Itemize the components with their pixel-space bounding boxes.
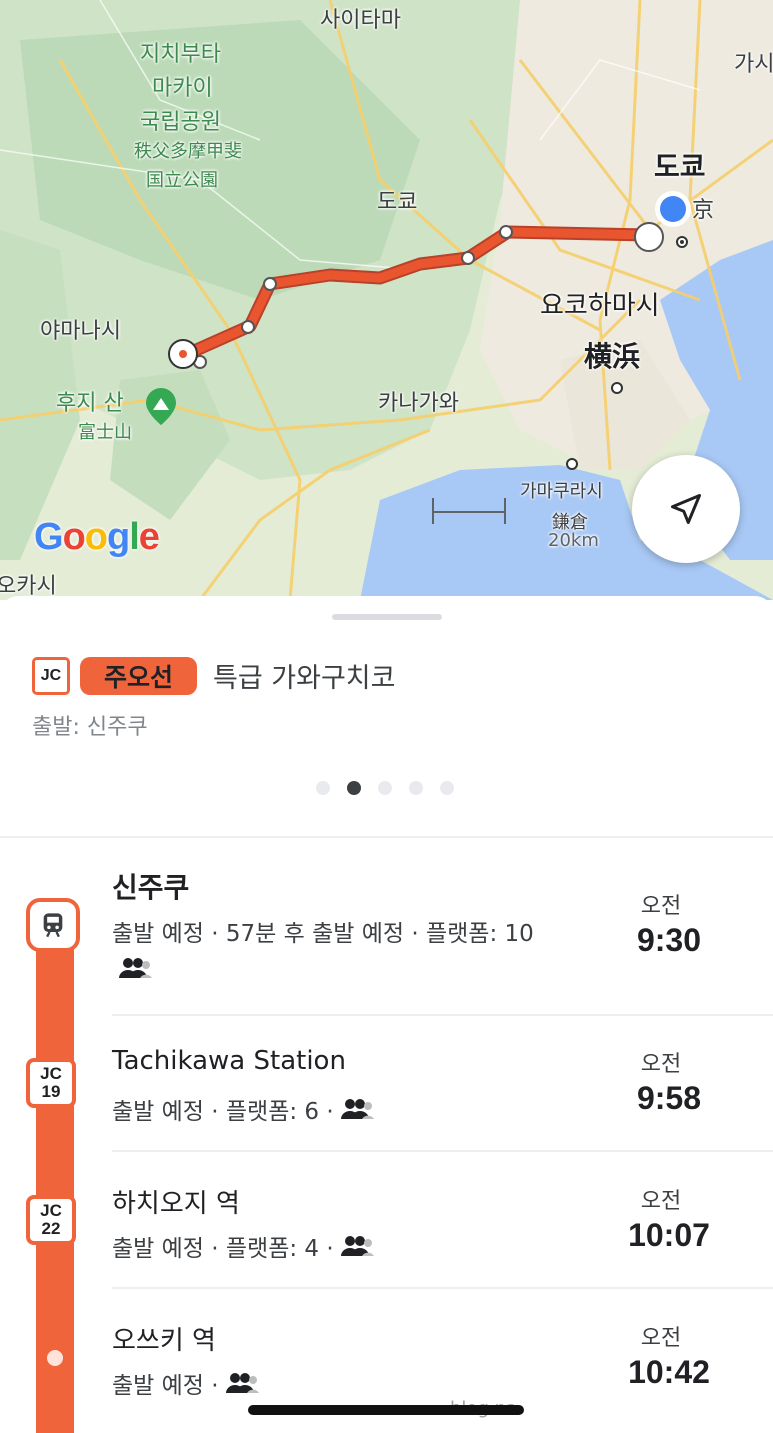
station-number: 22 xyxy=(41,1219,61,1238)
page-dot[interactable] xyxy=(409,781,423,795)
route-header: JC 주오선 특급 가와구치코 xyxy=(32,656,395,695)
stop-marker-dot xyxy=(47,1350,63,1366)
stop-name: 오쓰키 역 xyxy=(112,1326,216,1356)
map-label-yamanashi: 야마나시 xyxy=(40,319,121,344)
map-label-tokyo-jp: 京 xyxy=(692,198,715,223)
map-label-park: 지치부타 xyxy=(140,42,221,67)
map-label-yokohama: 요코하마시 xyxy=(540,291,660,321)
map-label-kanagawa: 카나가와 xyxy=(378,391,459,416)
divider xyxy=(0,836,773,838)
stop-detail: 출발 예정 · 플랫폼: 6 · xyxy=(112,1099,334,1125)
stop-detail: 출발 예정 · 57분 후 출발 예정 · 플랫폼: 10 xyxy=(112,921,534,947)
map-label-park-jp: 国立公園 xyxy=(146,170,218,191)
sheet-grabber[interactable] xyxy=(332,614,442,620)
stop-name: 하치오지 역 xyxy=(112,1189,240,1219)
map-label-fuji-jp: 富士山 xyxy=(78,422,132,443)
crowd-icon xyxy=(225,1373,259,1393)
page-dot[interactable] xyxy=(440,781,454,795)
row-divider xyxy=(112,1287,773,1289)
map-label-yokohama-jp: 横浜 xyxy=(584,340,641,373)
locate-button[interactable] xyxy=(632,455,740,563)
page-dot[interactable] xyxy=(316,781,330,795)
stop-detail-row: 출발 예정 · 플랫폼: 6 · xyxy=(112,1092,374,1126)
home-indicator[interactable] xyxy=(248,1405,524,1415)
station-code-badge: JC 19 xyxy=(26,1058,76,1108)
stop-crowd xyxy=(112,956,152,980)
row-divider xyxy=(112,1014,773,1016)
map-label-saitama: 사이타마 xyxy=(320,8,401,33)
time-period: 오전 xyxy=(640,1326,682,1351)
page-dot-active[interactable] xyxy=(347,781,361,795)
crowd-icon xyxy=(119,958,152,978)
map-label-kasi: 가시 xyxy=(734,52,773,77)
stop-time: 9:58 xyxy=(636,1080,702,1116)
stop-detail: 출발 예정 · 플랫폼: 4 · xyxy=(112,1236,334,1262)
line-name-chip: 주오선 xyxy=(80,656,198,695)
navigation-arrow-icon xyxy=(671,494,701,524)
page-indicator[interactable] xyxy=(316,781,454,795)
map-label-tokyo-pref: 도쿄 xyxy=(377,190,418,215)
station-line-code: JC xyxy=(40,1064,62,1083)
map-scale-label: 20km xyxy=(548,530,599,551)
map-label-park: 국립공원 xyxy=(140,110,221,135)
row-divider xyxy=(112,1150,773,1152)
time-period: 오전 xyxy=(640,1189,682,1214)
time-period: 오전 xyxy=(640,1052,682,1077)
stop-detail-row: 출발 예정 · xyxy=(112,1366,259,1400)
stop-detail-row: 출발 예정 · 플랫폼: 4 · xyxy=(112,1229,374,1263)
stop-time: 9:30 xyxy=(636,922,702,958)
map-label-park-jp: 秩父多摩甲斐 xyxy=(134,141,242,162)
station-code-badge: JC 22 xyxy=(26,1195,76,1245)
map-label-park: 마카이 xyxy=(152,76,213,101)
line-code-badge: JC xyxy=(32,656,70,695)
google-logo: Google xyxy=(34,516,160,558)
crowd-icon xyxy=(340,1236,374,1256)
departure-station: 출발: 신주쿠 xyxy=(32,715,148,740)
station-number: 19 xyxy=(41,1082,61,1101)
stop-name: 신주쿠 xyxy=(112,871,190,904)
stop-name: Tachikawa Station xyxy=(112,1046,346,1076)
map-label-fuji: 후지 산 xyxy=(56,391,124,416)
stop-detail: 출발 예정 · xyxy=(112,1373,219,1399)
time-period: 오전 xyxy=(640,894,682,919)
page-dot[interactable] xyxy=(378,781,392,795)
map-scale-bar xyxy=(432,498,506,524)
crowd-icon xyxy=(340,1099,374,1119)
train-name: 특급 가와구치코 xyxy=(213,663,396,694)
map-view[interactable]: 사이타마 지치부타 마카이 국립공원 秩父多摩甲斐 国立公園 도쿄 도쿄 京 가… xyxy=(0,0,773,600)
map-label-kamakura: 가마쿠라시 xyxy=(520,481,603,502)
map-label-tokyo: 도쿄 xyxy=(654,150,706,183)
stop-time: 10:07 xyxy=(628,1217,710,1253)
station-line-code: JC xyxy=(40,1201,62,1220)
train-icon xyxy=(26,898,80,952)
stop-time: 10:42 xyxy=(628,1354,710,1390)
